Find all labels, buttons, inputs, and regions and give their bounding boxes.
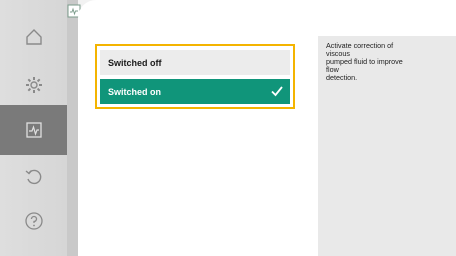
home-button[interactable] xyxy=(14,17,54,57)
gear-icon xyxy=(26,77,42,93)
undo-icon xyxy=(25,169,42,185)
help-icon xyxy=(25,212,43,230)
option-switched-on[interactable]: Switched on xyxy=(100,79,290,104)
side-navigation xyxy=(0,0,67,256)
checkmark-icon xyxy=(271,86,283,97)
option-switched-off-label: Switched off xyxy=(108,57,162,68)
undo-button[interactable] xyxy=(14,157,54,197)
info-panel: Activate correction of viscous pumped fl… xyxy=(318,36,456,256)
home-icon xyxy=(26,29,42,45)
diagnostics-button[interactable] xyxy=(0,105,67,155)
help-button[interactable] xyxy=(14,201,54,241)
diagnostics-icon xyxy=(25,122,42,138)
info-text: Activate correction of viscous pumped fl… xyxy=(326,41,403,82)
option-switched-on-label: Switched on xyxy=(108,86,162,97)
breadcrumb-strip xyxy=(67,0,78,256)
option-selector: Switched off Switched on xyxy=(95,44,295,109)
settings-button[interactable] xyxy=(14,65,54,105)
option-switched-off[interactable]: Switched off xyxy=(100,50,290,75)
